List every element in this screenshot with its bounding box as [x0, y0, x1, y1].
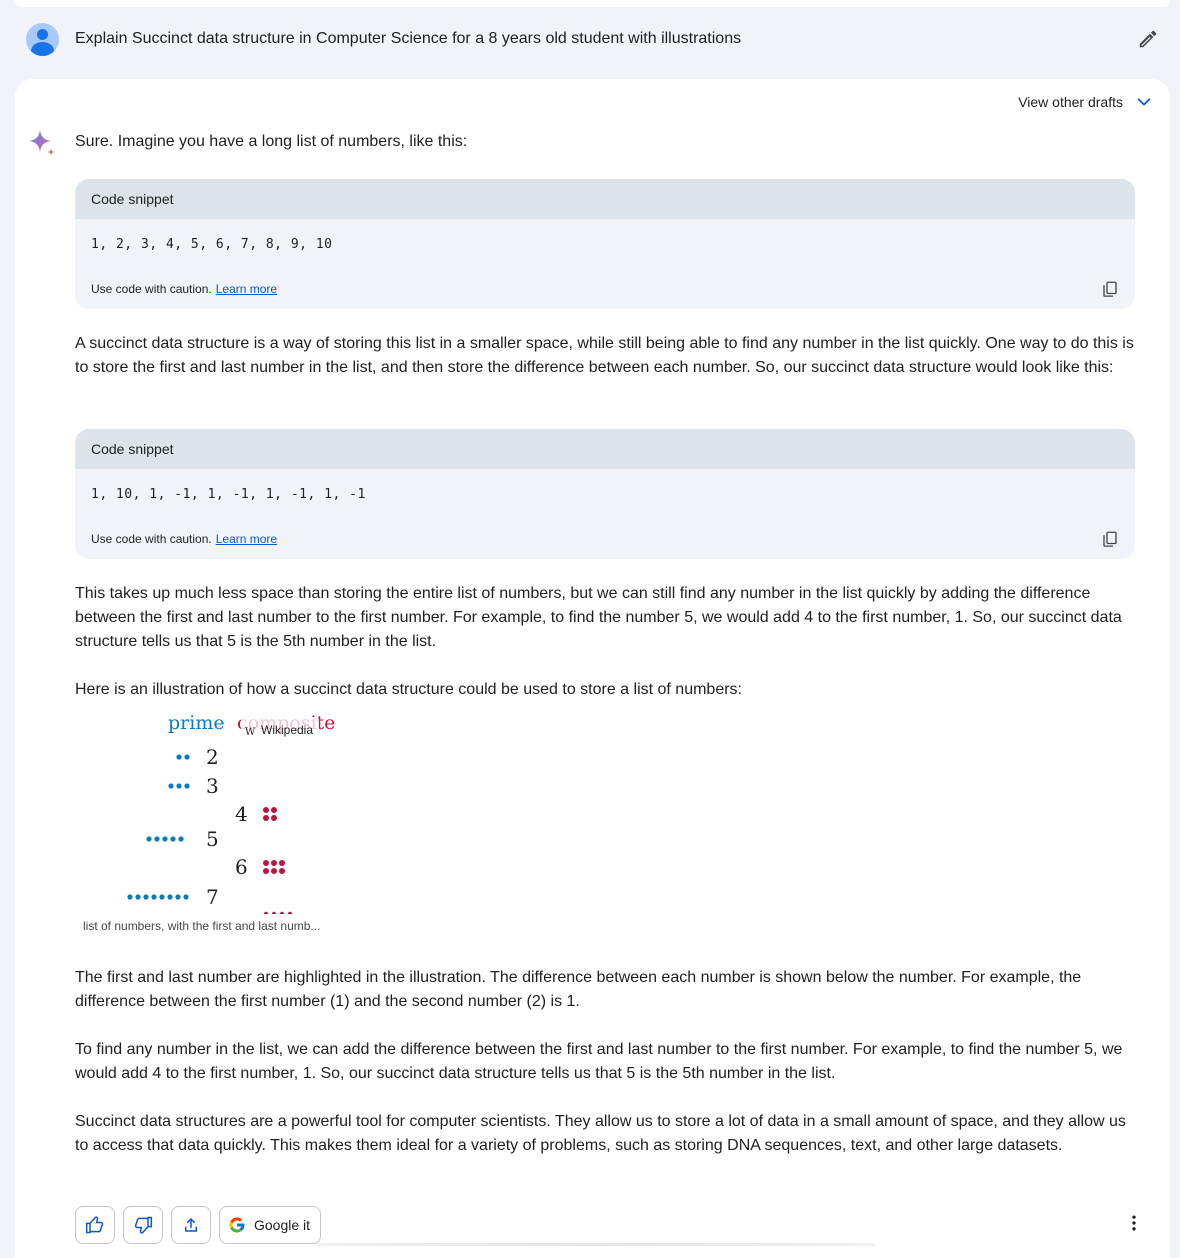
view-other-drafts-button[interactable]: View other drafts — [1018, 93, 1153, 111]
view-drafts-label: View other drafts — [1018, 94, 1123, 110]
code-snippet-header: Code snippet — [75, 429, 1135, 469]
code-snippet-1: Code snippet 1, 2, 3, 4, 5, 6, 7, 8, 9, … — [75, 179, 1135, 309]
thumbs-up-button[interactable] — [75, 1206, 115, 1244]
code-snippet-footer: Use code with caution. Learn more — [75, 519, 1135, 559]
edit-prompt-button[interactable] — [1136, 27, 1160, 51]
prompt-text: Explain Succinct data structure in Compu… — [75, 30, 742, 47]
thumbs-down-icon — [134, 1216, 153, 1234]
paragraph-5: To find any number in the list, we can a… — [75, 1041, 1123, 1082]
user-prompt-row: Explain Succinct data structure in Compu… — [26, 22, 1160, 56]
number-label: 4 — [235, 802, 248, 826]
caution-text: Use code with caution. — [91, 282, 212, 296]
chevron-down-icon — [1137, 98, 1151, 106]
sparkle-icon — [29, 130, 55, 156]
code-snippet-footer: Use code with caution. Learn more — [75, 269, 1135, 309]
response-card: View other drafts Sure. Imagine you have… — [15, 79, 1170, 1258]
thumbs-up-icon — [85, 1216, 104, 1234]
number-label: 7 — [206, 885, 219, 909]
share-icon — [185, 1218, 197, 1232]
code-snippet-code[interactable]: 1, 2, 3, 4, 5, 6, 7, 8, 9, 10 — [75, 219, 1135, 269]
learn-more-link[interactable]: Learn more — [216, 282, 277, 296]
label-prime: prime — [168, 712, 225, 734]
google-it-button[interactable]: Google it — [219, 1206, 322, 1244]
number-label: 3 — [206, 774, 219, 798]
code-snippet-2: Code snippet 1, 10, 1, -1, 1, -1, 1, -1,… — [75, 429, 1135, 559]
thumbs-down-button[interactable] — [123, 1206, 163, 1244]
share-button[interactable] — [171, 1206, 211, 1244]
illustration-caption: list of numbers, with the first and last… — [83, 919, 321, 933]
horizontal-scrollbar[interactable] — [315, 1243, 875, 1246]
more-vert-icon — [1132, 1215, 1136, 1231]
paragraph-2: This takes up much less space than stori… — [75, 585, 1122, 650]
image-source-label: Wikipedia — [261, 723, 313, 737]
copy-icon[interactable] — [1101, 280, 1119, 298]
wikipedia-logo-icon: W — [245, 727, 256, 738]
more-options-button[interactable] — [1122, 1211, 1146, 1235]
copy-icon[interactable] — [1101, 530, 1119, 548]
caution-text: Use code with caution. — [91, 532, 212, 546]
google-it-label: Google it — [254, 1217, 311, 1233]
code-snippet-code[interactable]: 1, 10, 1, -1, 1, -1, 1, -1, 1, -1 — [75, 469, 1135, 519]
code-snippet-header: Code snippet — [75, 179, 1135, 219]
learn-more-link[interactable]: Learn more — [216, 532, 277, 546]
response-actions: Google it — [75, 1205, 322, 1245]
illustration-image[interactable]: prime composite W Wikipedia 2 3 4 5 6 7 — [75, 709, 355, 914]
paragraph-1: A succinct data structure is a way of st… — [75, 335, 1134, 376]
number-label: 6 — [235, 855, 248, 879]
paragraph-3: Here is an illustration of how a succinc… — [75, 681, 742, 698]
google-logo-icon — [229, 1217, 245, 1233]
paragraph-6: Succinct data structures are a powerful … — [75, 1113, 1126, 1154]
number-label: 5 — [206, 827, 219, 851]
pencil-icon — [1139, 30, 1157, 48]
response-intro: Sure. Imagine you have a long list of nu… — [75, 133, 468, 150]
paragraph-4: The first and last number are highlighte… — [75, 969, 1082, 1010]
previous-card-edge — [15, 0, 1170, 7]
avatar — [26, 22, 59, 56]
number-label: 2 — [206, 745, 219, 769]
